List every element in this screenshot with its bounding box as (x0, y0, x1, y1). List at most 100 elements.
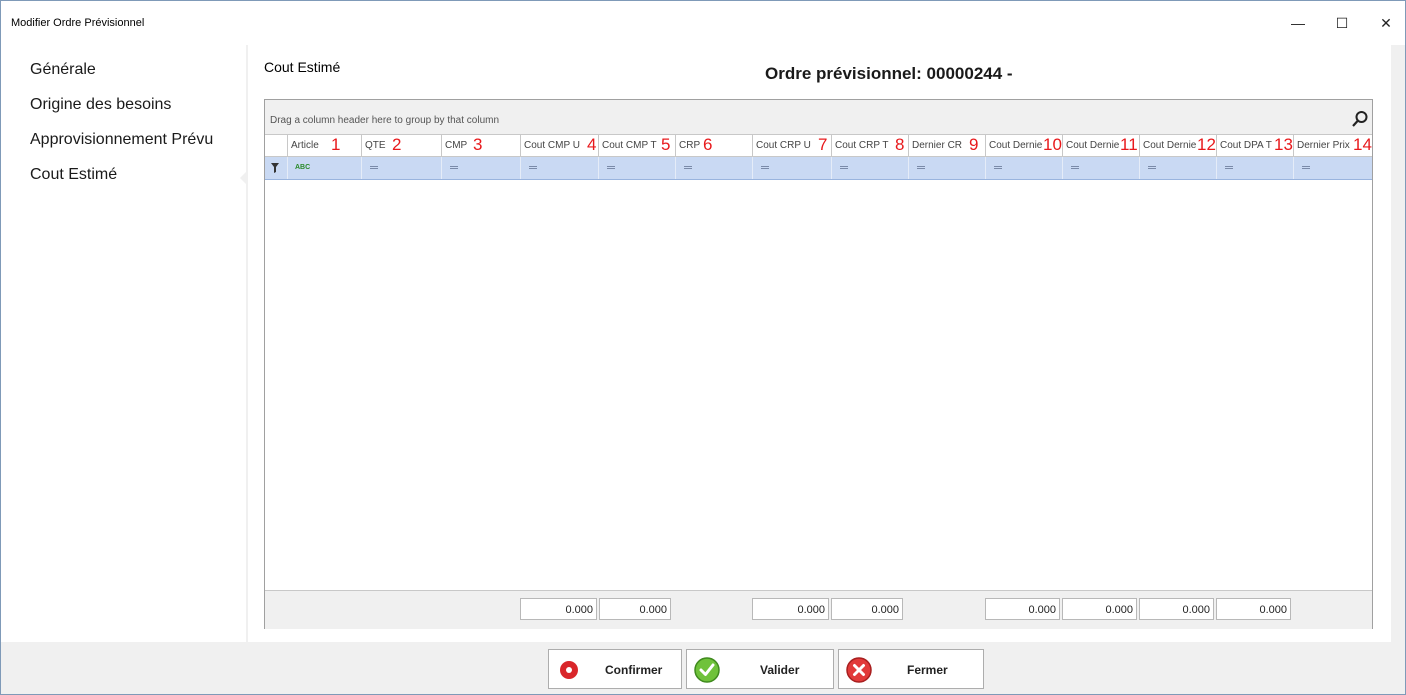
column-number: 8 (895, 135, 905, 154)
filter-cell-cout-dernier-2[interactable] (1063, 157, 1140, 179)
column-header-cout-cmp-u[interactable]: Cout CMP U 4 (521, 135, 599, 156)
column-header-cout-dernier-3[interactable]: Cout Dernie 12 (1140, 135, 1217, 156)
total-cout-dernier-1: 0.000 (985, 598, 1060, 620)
maximize-button[interactable]: ☐ (1319, 1, 1365, 45)
filter-row-indicator (265, 157, 288, 179)
confirmer-button[interactable]: Confirmer (548, 649, 682, 689)
equals-icon[interactable] (1071, 166, 1079, 169)
sidebar-item-generale[interactable]: Générale (30, 61, 96, 79)
column-header-label: Cout Dernie (1066, 140, 1120, 151)
filter-cell-cout-cmp-t[interactable] (599, 157, 676, 179)
filter-cell-dernier-prix[interactable] (1294, 157, 1372, 179)
grid-footer-totals: 0.000 0.000 0.000 0.000 0.000 0.000 0.00… (265, 590, 1372, 629)
column-number: 11 (1120, 135, 1138, 154)
column-number: 1 (331, 135, 341, 154)
total-cout-dernier-2: 0.000 (1062, 598, 1137, 620)
column-header-label: Dernier Prix (1297, 140, 1350, 151)
equals-icon[interactable] (994, 166, 1002, 169)
equals-icon[interactable] (1225, 166, 1233, 169)
column-header-cout-dernier-1[interactable]: Cout Dernie 10 (986, 135, 1063, 156)
auto-filter-row: ABC (265, 157, 1372, 180)
filter-cell-article[interactable]: ABC (288, 157, 362, 179)
equals-icon[interactable] (684, 166, 692, 169)
equals-icon[interactable] (529, 166, 537, 169)
filter-cell-dernier-cr[interactable] (909, 157, 986, 179)
window: Modifier Ordre Prévisionnel — ☐ ✕ Généra… (0, 0, 1406, 695)
fermer-button[interactable]: Fermer (838, 649, 984, 689)
column-header-label: Cout Dernie (989, 140, 1043, 151)
filter-cell-cmp[interactable] (442, 157, 521, 179)
filter-cell-cout-cmp-u[interactable] (521, 157, 599, 179)
filter-cell-cout-crp-t[interactable] (832, 157, 909, 179)
group-panel[interactable]: Drag a column header here to group by th… (265, 100, 1372, 135)
equals-icon[interactable] (450, 166, 458, 169)
selected-pointer (240, 171, 247, 185)
equals-icon[interactable] (607, 166, 615, 169)
group-panel-text: Drag a column header here to group by th… (270, 115, 500, 126)
column-header-cout-dernier-2[interactable]: Cout Dernie 11 (1063, 135, 1140, 156)
close-button[interactable]: ✕ (1363, 1, 1406, 45)
column-header-cout-crp-u[interactable]: Cout CRP U 7 (753, 135, 832, 156)
record-icon (560, 661, 578, 679)
filter-cell-crp[interactable] (676, 157, 753, 179)
equals-icon[interactable] (761, 166, 769, 169)
title-bar: Modifier Ordre Prévisionnel — ☐ ✕ (1, 1, 1405, 45)
column-header-label: Cout CRP T (835, 140, 889, 151)
section-title: Cout Estimé (264, 59, 341, 75)
column-header-dernier-prix[interactable]: Dernier Prix 14 (1294, 135, 1372, 156)
filter-cell-cout-crp-u[interactable] (753, 157, 832, 179)
equals-icon[interactable] (1302, 166, 1310, 169)
column-header-qte[interactable]: QTE 2 (362, 135, 442, 156)
column-header-cout-cmp-t[interactable]: Cout CMP T 5 (599, 135, 676, 156)
filter-cell-qte[interactable] (362, 157, 442, 179)
column-number: 13 (1274, 135, 1293, 154)
column-number: 6 (703, 135, 713, 154)
minimize-button[interactable]: — (1275, 1, 1321, 45)
column-header-cout-dpa-t[interactable]: Cout DPA T 13 (1217, 135, 1294, 156)
column-header-article[interactable]: Article 1 (288, 135, 362, 156)
total-cout-cmp-u: 0.000 (520, 598, 597, 620)
column-number: 4 (587, 135, 597, 154)
column-number: 14 (1353, 135, 1372, 154)
text-filter-icon[interactable]: ABC (295, 164, 310, 171)
content-panel: Cout Estimé Ordre prévisionnel: 00000244… (248, 45, 1391, 642)
column-header-label: Cout CRP U (756, 140, 811, 151)
column-header-label: Cout Dernie (1143, 140, 1197, 151)
column-header-dernier-cr[interactable]: Dernier CR 9 (909, 135, 986, 156)
column-number: 5 (661, 135, 671, 154)
equals-icon[interactable] (370, 166, 378, 169)
column-header-crp[interactable]: CRP 6 (676, 135, 753, 156)
filter-cell-cout-dpa-t[interactable] (1217, 157, 1294, 179)
total-cout-crp-u: 0.000 (752, 598, 829, 620)
column-header-label: Cout CMP T (602, 140, 657, 151)
sidebar-item-approvisionnement-prevu[interactable]: Approvisionnement Prévu (30, 131, 213, 149)
column-header-cmp[interactable]: CMP 3 (442, 135, 521, 156)
total-cout-dernier-3: 0.000 (1139, 598, 1214, 620)
check-icon (694, 657, 720, 683)
column-header-cout-crp-t[interactable]: Cout CRP T 8 (832, 135, 909, 156)
column-header-label: CRP (679, 140, 701, 151)
valider-label: Valider (760, 663, 800, 677)
column-number: 7 (818, 135, 828, 154)
grid-header-row: Article 1 QTE 2 CMP 3 Cout CMP U 4 Cout … (265, 135, 1372, 157)
order-title: Ordre prévisionnel: 00000244 - (765, 64, 1013, 83)
equals-icon[interactable] (1148, 166, 1156, 169)
column-header-label: Cout DPA T (1220, 140, 1272, 151)
filter-cell-cout-dernier-3[interactable] (1140, 157, 1217, 179)
valider-button[interactable]: Valider (686, 649, 834, 689)
filter-cell-cout-dernier-1[interactable] (986, 157, 1063, 179)
equals-icon[interactable] (840, 166, 848, 169)
column-number: 12 (1197, 135, 1216, 154)
sidebar-item-origine-des-besoins[interactable]: Origine des besoins (30, 96, 171, 114)
column-header-label: CMP (445, 140, 468, 151)
equals-icon[interactable] (917, 166, 925, 169)
sidebar: Générale Origine des besoins Approvision… (1, 45, 247, 642)
search-icon[interactable] (1351, 110, 1369, 128)
header-indicator-cell (265, 135, 288, 156)
total-cout-dpa-t: 0.000 (1216, 598, 1291, 620)
sidebar-item-cout-estime[interactable]: Cout Estimé (30, 166, 117, 184)
confirmer-label: Confirmer (605, 663, 663, 677)
column-header-label: QTE (365, 140, 386, 151)
column-header-label: Dernier CR (912, 140, 963, 151)
column-number: 2 (392, 135, 402, 154)
